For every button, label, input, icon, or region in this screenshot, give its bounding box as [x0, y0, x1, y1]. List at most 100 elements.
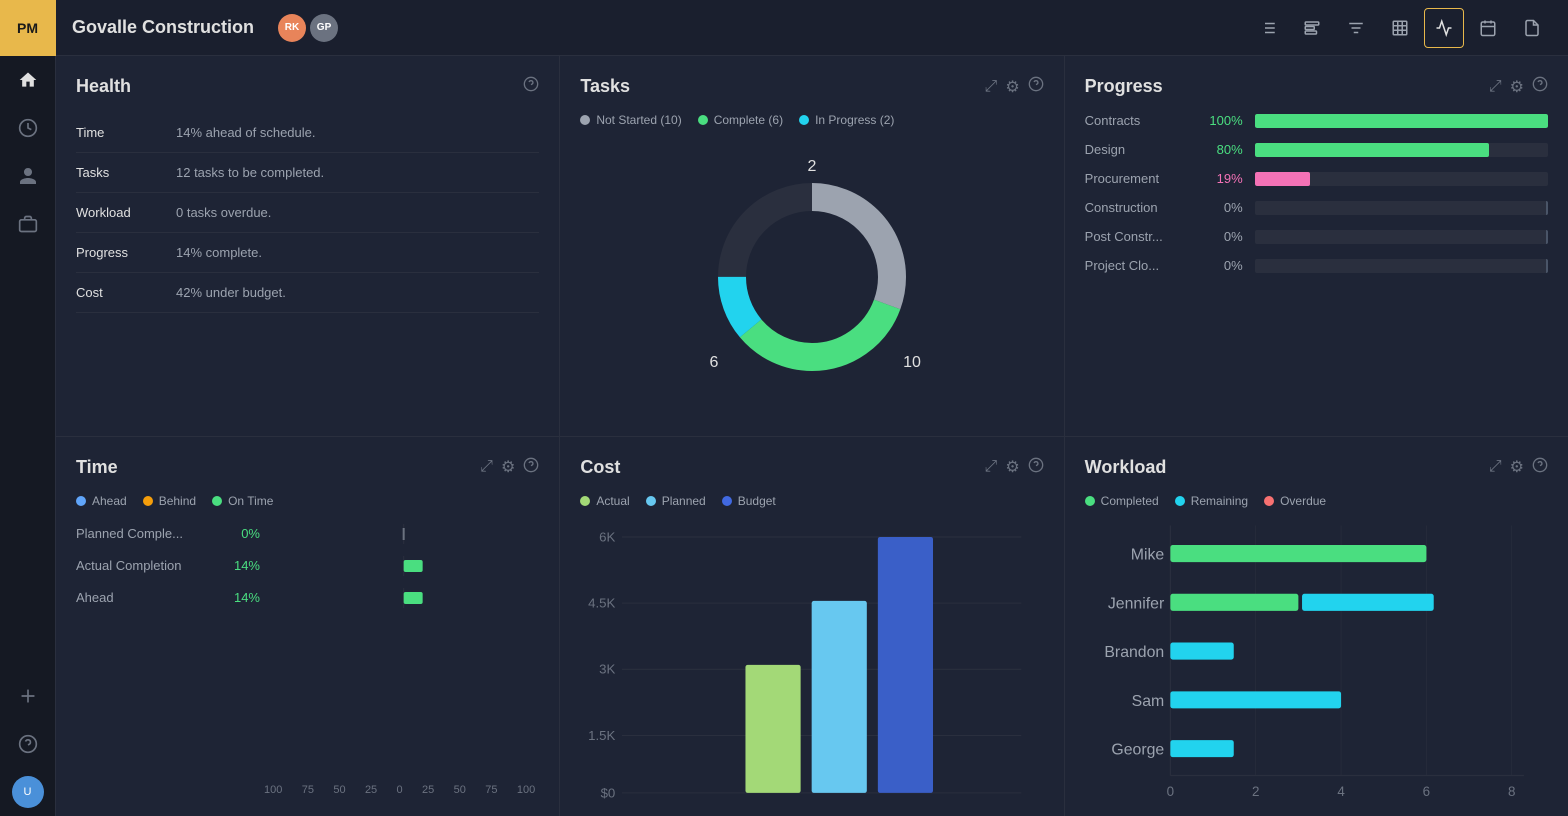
calendar-view-button[interactable] [1468, 8, 1508, 48]
legend-label-behind: Behind [159, 494, 196, 508]
sidebar-item-home[interactable] [0, 56, 56, 104]
progress-label-project-clo: Project Clo... [1085, 258, 1195, 273]
time-panel: Time ⤢ ⚙ Ahead Behind [56, 437, 559, 816]
cost-chart-svg: 6K 4.5K 3K 1.5K $0 [580, 520, 1043, 816]
time-axis-100-left: 100 [264, 784, 282, 796]
time-pct-planned: 0% [224, 526, 260, 541]
health-value-tasks: 12 tasks to be completed. [176, 153, 539, 193]
svg-text:George: George [1111, 741, 1164, 758]
cost-title: Cost [580, 457, 620, 478]
progress-label-construction: Construction [1085, 200, 1195, 215]
sidebar-item-timeline[interactable] [0, 104, 56, 152]
legend-actual: Actual [580, 494, 629, 508]
tasks-title: Tasks [580, 76, 630, 97]
health-table: Time 14% ahead of schedule. Tasks 12 tas… [76, 113, 539, 313]
cost-help-icon[interactable] [1028, 457, 1044, 478]
progress-fill-contracts [1255, 114, 1548, 128]
avatar-rk[interactable]: RK [278, 14, 306, 42]
health-label-progress: Progress [76, 233, 176, 273]
legend-label-in-progress: In Progress (2) [815, 113, 894, 127]
progress-pct-post-constr: 0% [1207, 229, 1243, 244]
time-bar-planned [268, 524, 539, 544]
workload-actions: ⤢ ⚙ [1489, 457, 1548, 478]
cost-bar-budget [878, 536, 933, 792]
progress-expand-icon[interactable]: ⤢ [1489, 78, 1502, 96]
time-label-ahead: Ahead [76, 590, 216, 605]
workload-bar-mike-completed [1170, 545, 1426, 562]
cost-bar-actual [746, 664, 801, 792]
page-title: Govalle Construction [72, 17, 254, 38]
legend-label-ahead: Ahead [92, 494, 127, 508]
progress-fill-procurement [1255, 172, 1311, 186]
time-axis-0: 0 [397, 784, 403, 796]
progress-title: Progress [1085, 76, 1163, 97]
sidebar-item-portfolio[interactable] [0, 200, 56, 248]
time-settings-icon[interactable]: ⚙ [501, 457, 515, 477]
time-label-actual: Actual Completion [76, 558, 216, 573]
health-panel-header: Health [76, 76, 539, 97]
progress-settings-icon[interactable]: ⚙ [1510, 77, 1524, 97]
tasks-expand-icon[interactable]: ⤢ [985, 78, 998, 96]
legend-in-progress: In Progress (2) [799, 113, 894, 127]
progress-label-post-constr: Post Constr... [1085, 229, 1195, 244]
cost-settings-icon[interactable]: ⚙ [1005, 457, 1019, 477]
progress-panel-header: Progress ⤢ ⚙ [1085, 76, 1548, 97]
time-chart-area: Planned Comple... 0% Actual Completi [76, 524, 539, 797]
user-avatar[interactable]: U [12, 776, 44, 808]
tasks-settings-icon[interactable]: ⚙ [1005, 77, 1019, 97]
time-bar-ahead [268, 588, 539, 608]
time-rows: Planned Comple... 0% Actual Completi [76, 524, 539, 765]
avatar-gp[interactable]: GP [310, 14, 338, 42]
time-axis-75-right: 75 [485, 784, 497, 796]
filter-button[interactable] [1336, 8, 1376, 48]
svg-text:4: 4 [1337, 784, 1345, 799]
progress-pct-design: 80% [1207, 142, 1243, 157]
tasks-panel-header: Tasks ⤢ ⚙ [580, 76, 1043, 97]
workload-bar-george-remaining [1170, 740, 1233, 757]
progress-row-post-constr: Post Constr... 0% [1085, 229, 1548, 244]
health-label-cost: Cost [76, 273, 176, 313]
workload-expand-icon[interactable]: ⤢ [1489, 458, 1502, 476]
legend-dot-complete [698, 115, 708, 125]
health-value-progress: 14% complete. [176, 233, 539, 273]
svg-text:$0: $0 [601, 785, 616, 800]
time-bar-ahead-svg [268, 588, 539, 608]
legend-dot-completed [1085, 496, 1095, 506]
progress-bar-project-clo [1255, 259, 1548, 273]
legend-on-time: On Time [212, 494, 273, 508]
time-axis-25-right: 25 [422, 784, 434, 796]
app-logo[interactable]: PM [0, 0, 56, 56]
legend-budget: Budget [722, 494, 776, 508]
health-value-workload: 0 tasks overdue. [176, 193, 539, 233]
table-view-button[interactable] [1380, 8, 1420, 48]
cost-expand-icon[interactable]: ⤢ [985, 458, 998, 476]
chart-view-button[interactable] [1424, 8, 1464, 48]
workload-settings-icon[interactable]: ⚙ [1510, 457, 1524, 477]
progress-bar-design [1255, 143, 1548, 157]
health-help-icon[interactable] [523, 76, 539, 97]
sidebar-help-button[interactable] [0, 720, 56, 768]
legend-complete: Complete (6) [698, 113, 783, 127]
tasks-actions: ⤢ ⚙ [985, 76, 1044, 97]
legend-label-budget: Budget [738, 494, 776, 508]
tasks-panel: Tasks ⤢ ⚙ Not Started (10) Complete (6) [560, 56, 1063, 436]
tasks-donut-chart: 2 6 10 [580, 139, 1043, 416]
health-title: Health [76, 76, 131, 97]
health-row-progress: Progress 14% complete. [76, 233, 539, 273]
workload-help-icon[interactable] [1532, 457, 1548, 478]
cost-chart-container: 6K 4.5K 3K 1.5K $0 [580, 520, 1043, 816]
sidebar-add-button[interactable] [0, 672, 56, 720]
topbar-avatars: RK GP [278, 14, 338, 42]
tasks-help-icon[interactable] [1028, 76, 1044, 97]
progress-help-icon[interactable] [1532, 76, 1548, 97]
progress-label-design: Design [1085, 142, 1195, 157]
gantt-view-button[interactable] [1292, 8, 1332, 48]
progress-row-project-clo: Project Clo... 0% [1085, 258, 1548, 273]
time-expand-icon[interactable]: ⤢ [480, 458, 493, 476]
time-help-icon[interactable] [523, 457, 539, 478]
health-row-cost: Cost 42% under budget. [76, 273, 539, 313]
list-view-button[interactable] [1248, 8, 1288, 48]
workload-panel: Workload ⤢ ⚙ Completed Remaining [1065, 437, 1568, 816]
doc-view-button[interactable] [1512, 8, 1552, 48]
sidebar-item-people[interactable] [0, 152, 56, 200]
